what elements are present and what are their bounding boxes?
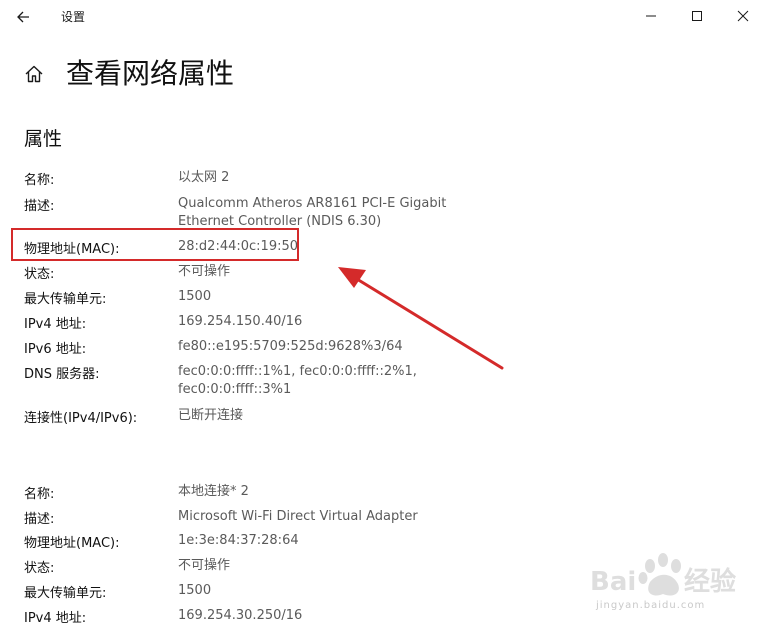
adapter1-status-value: 不可操作 [178, 264, 231, 279]
section-title: 属性 [24, 128, 63, 150]
adapter1-status-label: 状态: [24, 267, 55, 282]
title-bar: 设置 [0, 0, 766, 34]
svg-text:经验: 经验 [684, 566, 736, 597]
annotation-arrow-icon [338, 267, 504, 370]
minimize-icon [646, 15, 656, 17]
close-button[interactable] [720, 0, 766, 32]
adapter1-dns-value-line2: fec0:0:0:ffff::3%1 [178, 382, 292, 397]
adapter1-ipv4-label: IPv4 地址: [24, 317, 87, 332]
home-icon[interactable] [24, 64, 44, 84]
adapter1-ipv4-value: 169.254.150.40/16 [178, 314, 303, 329]
adapter2-ipv4-label: IPv4 地址: [24, 611, 87, 626]
adapter2-status-value: 不可操作 [178, 558, 231, 573]
adapter2-ipv4-value: 169.254.30.250/16 [178, 608, 303, 623]
baidu-jingyan-watermark-icon: Bai 经验 [590, 553, 736, 597]
page-title: 查看网络属性 [66, 57, 235, 90]
maximize-button[interactable] [674, 0, 720, 32]
adapter2-mtu-label: 最大传输单元: [24, 586, 107, 601]
adapter1-name-label: 名称: [24, 173, 55, 188]
adapter2-desc-label: 描述: [24, 512, 55, 527]
adapter1-dns-label: DNS 服务器: [24, 367, 100, 382]
close-icon [737, 10, 749, 22]
adapter1-ipv6-label: IPv6 地址: [24, 342, 87, 357]
adapter2-mtu-value: 1500 [178, 583, 212, 598]
back-arrow-icon [17, 11, 29, 23]
watermark-url: jingyan.baidu.com [596, 600, 706, 611]
mac-highlight-box [11, 228, 299, 261]
window-title: 设置 [61, 10, 86, 24]
adapter2-status-label: 状态: [24, 561, 55, 576]
adapter1-connectivity-value: 已断开连接 [178, 408, 244, 423]
minimize-button[interactable] [628, 0, 674, 32]
adapter2-name-label: 名称: [24, 487, 55, 502]
adapter2-name-value: 本地连接* 2 [178, 484, 249, 499]
adapter1-connectivity-label: 连接性(IPv4/IPv6): [24, 411, 138, 426]
adapter2-desc-value: Microsoft Wi-Fi Direct Virtual Adapter [178, 509, 418, 524]
adapter1-desc-value-line1: Qualcomm Atheros AR8161 PCI-E Gigabit [178, 196, 447, 211]
adapter2-mac-value: 1e:3e:84:37:28:64 [178, 533, 299, 548]
adapter2-mac-label: 物理地址(MAC): [24, 536, 120, 551]
adapter1-mtu-value: 1500 [178, 289, 212, 304]
adapter1-desc-label: 描述: [24, 199, 55, 214]
maximize-icon [692, 11, 702, 21]
adapter1-mtu-label: 最大传输单元: [24, 292, 107, 307]
adapter1-name-value: 以太网 2 [178, 170, 230, 185]
back-button[interactable] [10, 5, 38, 29]
svg-text:Bai: Bai [590, 567, 636, 597]
